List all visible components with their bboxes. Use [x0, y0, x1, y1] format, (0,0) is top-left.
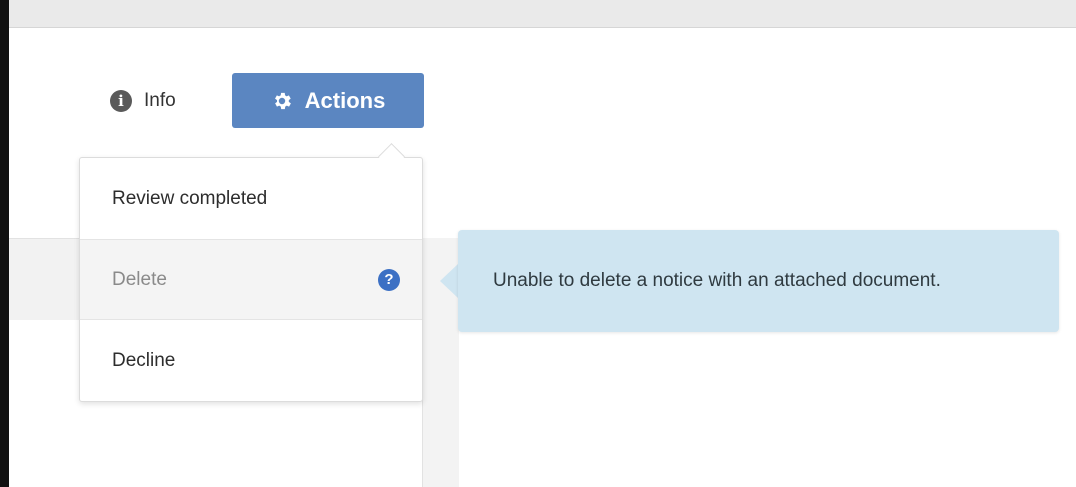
gear-icon [271, 90, 293, 112]
menu-item-label: Delete [112, 268, 167, 290]
info-label: Info [144, 90, 176, 111]
info-circle-icon: i [110, 90, 132, 112]
top-bar [9, 0, 1076, 28]
tooltip-arrow [440, 264, 458, 298]
actions-dropdown-menu: Review completed Delete ? Decline [79, 157, 423, 402]
info-link[interactable]: i Info [110, 86, 176, 116]
menu-item-label: Review completed [112, 187, 268, 209]
menu-item-delete[interactable]: Delete ? [80, 239, 422, 320]
window-left-edge [0, 0, 9, 487]
actions-button[interactable]: Actions [232, 73, 424, 128]
delete-disabled-tooltip: Unable to delete a notice with an attach… [458, 230, 1059, 332]
page-frame: i Info Actions Review completed Delete ?… [0, 0, 1076, 487]
menu-item-decline[interactable]: Decline [80, 320, 422, 401]
actions-label: Actions [304, 87, 386, 113]
menu-item-review-completed[interactable]: Review completed [80, 158, 422, 239]
menu-item-label: Decline [112, 349, 176, 371]
question-circle-icon[interactable]: ? [378, 268, 400, 291]
tooltip-text: Unable to delete a notice with an attach… [493, 270, 941, 291]
